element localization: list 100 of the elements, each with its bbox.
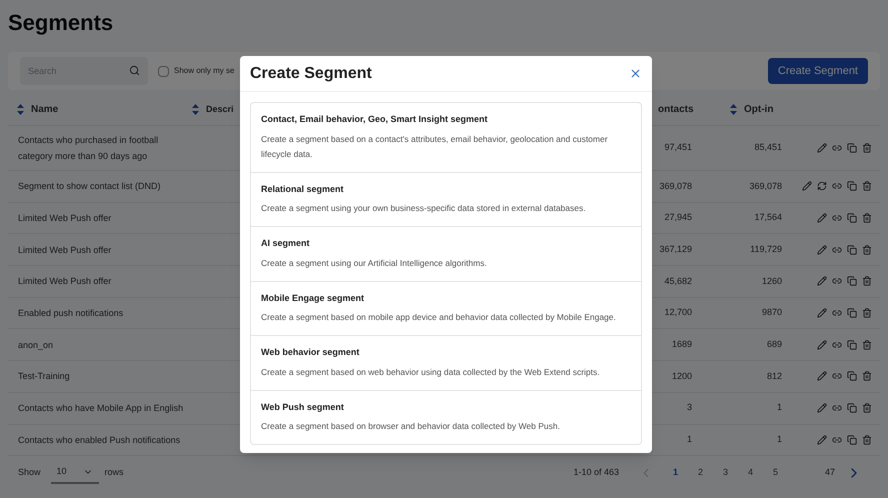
link-icon[interactable] (832, 276, 842, 286)
filter-checkbox[interactable] (158, 66, 169, 76)
edit-icon[interactable] (817, 403, 827, 414)
table-cell-text: 27,945 (663, 211, 692, 224)
segment-option[interactable]: Relational segment Create a segment using your own business-specific data stored in external databases. (251, 172, 641, 226)
table-cell-text: 1260 (760, 274, 782, 288)
rows-per-page-select[interactable]: 10 (50, 462, 99, 484)
page-title: Segments (8, 9, 114, 37)
link-icon[interactable] (832, 340, 842, 350)
option-title: Web behavior segment (261, 346, 360, 359)
trash-icon[interactable] (862, 244, 872, 255)
segment-option[interactable]: AI segment Create a segment using our Artificial Intelligence algorithms. (251, 226, 641, 280)
trash-icon[interactable] (862, 403, 872, 414)
table-cell-text: 1 (776, 401, 782, 414)
link-icon[interactable] (832, 143, 842, 153)
table-cell-text: anon_on (18, 338, 54, 352)
dialog-title: Create Segment (250, 64, 372, 84)
copy-icon[interactable] (847, 181, 857, 192)
show-label: Show (18, 466, 41, 480)
segment-option[interactable]: Web Push segment Create a segment based on browser and behavior data collected by Web Push. (251, 390, 641, 444)
page-link[interactable]: 47 (818, 466, 842, 480)
link-icon[interactable] (832, 213, 842, 224)
option-description: Create a segment based on mobile app device and behavior data collected by Mobile Engage. (261, 311, 617, 324)
copy-icon[interactable] (847, 276, 857, 286)
table-cell-text: 97,451 (663, 141, 692, 154)
sort-icon[interactable] (17, 104, 24, 115)
table-cell-text: 1 (776, 433, 782, 446)
table-cell-text: Contacts who have Mobile App in English (18, 402, 184, 416)
segment-option[interactable]: Mobile Engage segment Create a segment based on mobile app device and behavior data collected by Mobile Engage. (251, 280, 641, 335)
table-cell-text: 369,078 (748, 180, 782, 193)
rows-label: rows (104, 466, 124, 480)
option-title: AI segment (261, 237, 311, 250)
segment-option[interactable]: Web behavior segment Create a segment based on web behavior using data collected by the Web Extend scripts. (251, 335, 641, 390)
page-range: 1-10 of 463 (573, 466, 619, 480)
table-cell-text: 17,564 (753, 211, 782, 224)
table-cell-text: 85,451 (753, 141, 782, 154)
table-cell-text: 689 (766, 338, 782, 352)
edit-icon[interactable] (817, 213, 827, 224)
copy-icon[interactable] (847, 340, 857, 350)
column-header[interactable]: Descri (206, 102, 234, 116)
table-cell-text: Enabled push notifications (18, 307, 124, 320)
table-cell-text: 12,700 (663, 306, 692, 320)
link-icon[interactable] (832, 371, 842, 382)
trash-icon[interactable] (862, 213, 872, 224)
column-header[interactable]: Opt-in (744, 102, 774, 117)
link-icon[interactable] (832, 244, 842, 255)
search-icon[interactable] (129, 65, 140, 76)
link-icon[interactable] (832, 403, 842, 414)
close-icon[interactable] (629, 67, 642, 80)
table-cell-text: 45,682 (663, 274, 692, 288)
copy-icon[interactable] (847, 371, 857, 382)
sort-icon[interactable] (192, 104, 199, 115)
trash-icon[interactable] (862, 340, 872, 350)
trash-icon[interactable] (862, 371, 872, 382)
column-header[interactable]: ontacts (658, 102, 694, 117)
copy-icon[interactable] (847, 143, 857, 153)
edit-icon[interactable] (817, 276, 827, 286)
page-link[interactable]: 4 (738, 466, 763, 480)
trash-icon[interactable] (862, 181, 872, 192)
column-header[interactable]: Name (31, 102, 58, 117)
link-icon[interactable] (832, 308, 842, 318)
edit-icon[interactable] (817, 371, 827, 382)
create-segment-button[interactable]: Create Segment (768, 58, 868, 84)
edit-icon[interactable] (817, 340, 827, 350)
trash-icon[interactable] (862, 308, 872, 318)
filter-label: Show only my se (174, 65, 234, 77)
copy-icon[interactable] (847, 308, 857, 318)
edit-icon[interactable] (817, 308, 827, 318)
copy-icon[interactable] (847, 403, 857, 414)
table-cell-text: 9870 (760, 306, 782, 320)
table-cell-text: Contacts who enabled Push notifications (18, 434, 182, 447)
table-cell-text: Limited Web Push offer (18, 244, 112, 257)
link-icon[interactable] (832, 434, 842, 445)
edit-icon[interactable] (817, 244, 827, 255)
trash-icon[interactable] (862, 276, 872, 286)
table-cell-text: Contacts who purchased in football category more than 90 days ago (18, 134, 160, 163)
option-title: Mobile Engage segment (261, 292, 366, 305)
page-link[interactable]: 1 (663, 466, 688, 480)
trash-icon[interactable] (862, 434, 872, 445)
page-link[interactable]: 5 (763, 466, 788, 480)
edit-icon[interactable] (817, 143, 827, 153)
option-description: Create a segment using our Artificial Intelligence algorithms. (261, 256, 488, 270)
trash-icon[interactable] (862, 143, 872, 153)
copy-icon[interactable] (847, 213, 857, 224)
table-cell-text: 369,078 (658, 180, 692, 193)
sort-icon[interactable] (730, 104, 737, 115)
edit-icon[interactable] (817, 434, 827, 445)
link-icon[interactable] (832, 181, 842, 192)
option-title: Web Push segment (261, 400, 345, 414)
refresh-icon[interactable] (817, 181, 827, 192)
option-description: Create a segment using your own business-specific data stored in external databases. (261, 202, 587, 215)
copy-icon[interactable] (847, 244, 857, 255)
table-cell-text: 119,729 (749, 242, 782, 256)
page-link[interactable]: 2 (688, 466, 713, 480)
copy-icon[interactable] (847, 434, 857, 445)
table-cell-text: Limited Web Push offer (18, 212, 112, 226)
page-link[interactable]: 3 (713, 466, 738, 480)
table-cell-text: Segment to show contact list (DND) (18, 180, 162, 194)
segment-option[interactable]: Contact, Email behavior, Geo, Smart Insight segment Create a segment based on a contact's attributes, email behavior, geolocation and customer lifecycle data. (251, 103, 641, 172)
edit-icon[interactable] (802, 181, 812, 192)
